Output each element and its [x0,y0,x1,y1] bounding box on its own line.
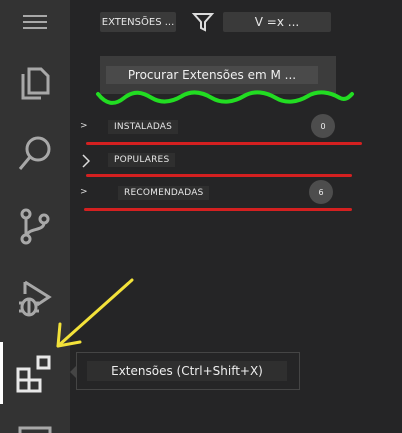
chevron-right-icon: > [80,187,88,197]
source-control-icon[interactable] [0,196,70,256]
installed-count-badge: 0 [311,114,335,138]
red-underline-recommended [84,208,352,211]
files-icon[interactable] [0,52,70,112]
search-placeholder: Procurar Extensões em M ... [106,66,318,84]
chevron-right-icon [82,154,90,168]
yellow-arrow-annotation [56,278,134,348]
section-recommended[interactable]: > RECOMENDADAS 6 [78,180,362,206]
section-installed[interactable]: > INSTALADAS 0 [78,114,362,140]
section-label-installed: INSTALADAS [108,120,179,134]
red-underline-installed [86,142,362,145]
remote-icon[interactable] [0,412,70,433]
activity-bar [0,0,70,433]
green-squiggle-annotation [96,90,354,105]
recommended-count-badge: 6 [309,180,333,204]
search-icon[interactable] [0,124,70,184]
views-and-more-actions-button[interactable]: V =x ... [223,12,331,32]
section-popular[interactable]: POPULARES [78,148,362,174]
tooltip-text: Extensões (Ctrl+Shift+X) [87,361,287,381]
section-label-recommended: RECOMENDADAS [118,186,210,200]
extensions-tooltip: Extensões (Ctrl+Shift+X) [76,352,300,390]
filter-icon[interactable] [191,10,215,34]
menu-icon[interactable] [0,0,70,44]
extensions-view-title-button[interactable]: EXTENSÕES ... [100,12,176,32]
red-underline-popular [86,174,352,177]
section-label-popular: POPULARES [108,153,176,167]
chevron-right-icon: > [80,121,88,131]
